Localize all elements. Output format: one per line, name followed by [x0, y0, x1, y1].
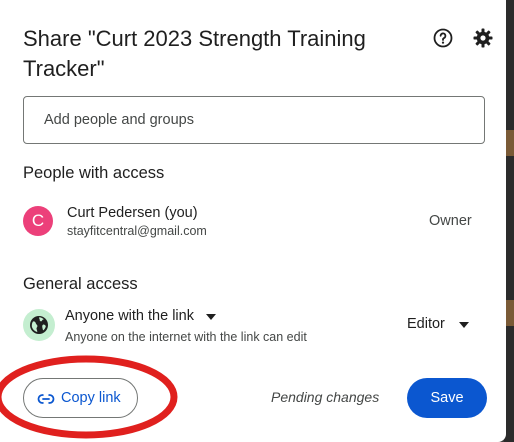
user-name: Curt Pedersen (you) [67, 205, 198, 221]
owner-role-label: Owner [429, 213, 472, 229]
general-access-heading: General access [23, 275, 138, 293]
add-people-input[interactable] [23, 96, 485, 144]
gear-icon[interactable] [471, 26, 495, 50]
caret-down-icon [458, 316, 469, 332]
dialog-title: Share "Curt 2023 Strength Training Track… [23, 26, 366, 81]
share-dialog: Share "Curt 2023 Strength Training Track… [0, 0, 506, 442]
copy-link-label: Copy link [61, 390, 121, 406]
general-access-description: Anyone on the internet with the link can… [65, 330, 307, 344]
people-with-access-heading: People with access [23, 164, 165, 182]
link-icon [37, 394, 55, 404]
globe-icon [23, 309, 55, 341]
general-access-scope: Anyone with the link [65, 308, 194, 324]
help-icon[interactable] [431, 26, 455, 50]
avatar: C [23, 206, 53, 236]
copy-link-button[interactable]: Copy link [23, 378, 138, 418]
caret-down-icon [206, 308, 216, 324]
save-button[interactable]: Save [407, 378, 487, 418]
role-label: Editor [407, 316, 445, 332]
role-dropdown[interactable]: Editor [407, 316, 469, 332]
pending-changes-text: Pending changes [271, 389, 380, 405]
general-access-dropdown[interactable]: Anyone with the link [65, 308, 216, 324]
user-email: stayfitcentral@gmail.com [67, 224, 207, 238]
